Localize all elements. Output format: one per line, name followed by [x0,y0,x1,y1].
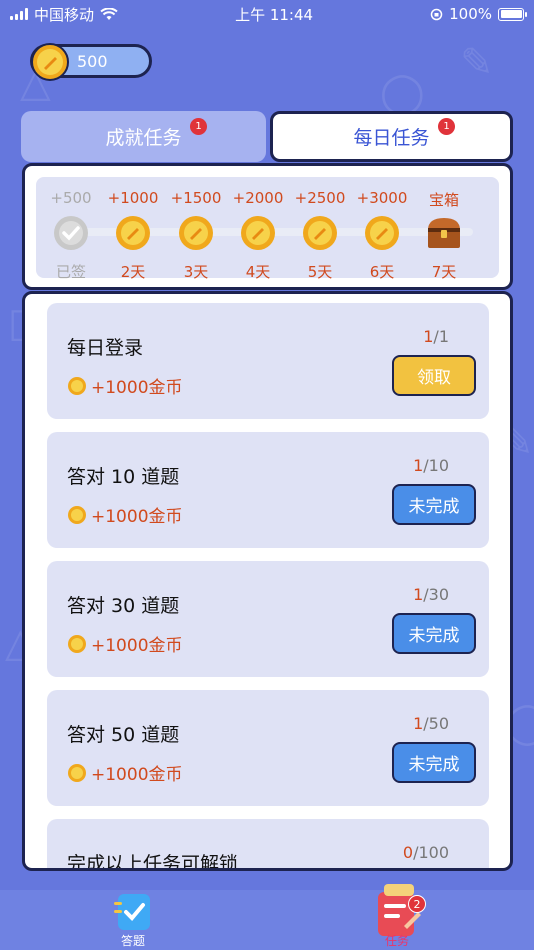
task-title: 答对 10 道题 [67,466,180,488]
signin-reward: +2000 [232,189,284,207]
coin-balance-value: 500 [77,51,108,71]
tab-badge: 1 [190,118,207,135]
coin-icon [68,763,86,782]
task-title: 完成以上任务可解锁 [67,853,239,871]
task-progress: 1/30 [413,585,449,604]
signin-day-label: 3天 [183,263,209,281]
coin-icon [68,634,86,653]
incomplete-button[interactable]: 未完成 [392,484,476,525]
signin-day-label: 6天 [369,263,395,281]
task-reward-text: +1000金币 [91,636,183,656]
signin-reward: +500 [50,189,92,207]
tab-achievement-tasks[interactable]: 成就任务 1 [21,111,266,162]
task-card: 答对 10 道题 1/10 +1000金币 未完成 [47,432,489,548]
signin-reward: +3000 [356,189,408,207]
wifi-icon [100,7,118,20]
carrier-name: 中国移动 [34,5,95,24]
coin-icon [179,216,213,250]
signin-reward: +1000 [107,189,159,207]
task-progress: 0/100 [403,843,449,862]
task-reward-text: +1000金币 [91,378,183,398]
nav-quiz-label: 答题 [120,934,145,948]
task-progress: 1/10 [413,456,449,475]
signin-reward: +2500 [294,189,346,207]
status-bar: 中国移动 上午 11:44 100% [0,0,534,28]
signin-day-label: 已签 [55,263,86,281]
nav-tasks[interactable]: 任务 [352,884,442,950]
coin-icon [365,216,399,250]
tab-daily-tasks[interactable]: 每日任务 1 [270,111,513,162]
status-time: 上午 11:44 [235,5,314,24]
coin-icon [241,216,275,250]
nav-tasks-label: 任务 [384,934,409,948]
task-progress-total: /10 [423,456,449,475]
battery-icon [498,7,527,21]
task-reward-text: +1000金币 [91,765,183,785]
task-reward: +1000金币 [67,373,183,398]
tab-label: 成就任务 [105,127,182,149]
task-progress-current: 1 [423,327,434,346]
task-progress-current: 0 [402,843,414,862]
task-progress-current: 1 [413,585,424,604]
coin-icon [31,43,69,81]
task-progress-total: /50 [423,714,449,733]
task-progress-total: /100 [413,843,449,862]
bottom-nav: 答题 任务 [0,884,534,950]
signin-panel: +500 已签 +1000 2天 +1500 3天 +2000 4天 +2500 5天 +3000 6… [22,163,513,290]
claim-button[interactable]: 领取 [392,355,476,396]
task-card: 答对 30 道题 1/30 +1000金币 未完成 [47,561,489,677]
task-reward: +1000金币 [67,631,183,656]
incomplete-button[interactable]: 未完成 [392,742,476,783]
tab-label: 每日任务 [353,127,430,149]
task-progress: 1/50 [413,714,449,733]
task-list[interactable]: 每日登录 1/1 +1000金币 领取 答对 10 道题 1/10 +1000金币 未完成 答对… [22,291,513,871]
task-progress-total: /1 [433,327,449,346]
task-reward-text: +1000金币 [91,507,183,527]
coin-icon [116,216,150,250]
orientation-lock-icon [430,8,443,20]
task-progress-current: 1 [413,456,424,475]
tab-badge: 1 [438,118,455,135]
signin-reward: 宝箱 [428,191,459,209]
task-reward: +1000金币 [67,760,183,785]
signin-day-label: 7天 [431,263,457,281]
nav-tasks-badge: 2 [408,895,426,913]
signal-icon [10,8,28,20]
task-reward: +1000金币 [67,502,183,527]
task-progress-total: /30 [423,585,449,604]
check-icon [54,216,88,250]
signin-day-label: 4天 [245,263,271,281]
signin-reward: +1500 [170,189,222,207]
battery-percent: 100% [449,5,492,23]
task-card: 答对 50 道题 1/50 +1000金币 未完成 [47,690,489,806]
task-title: 答对 50 道题 [67,724,180,746]
coin-icon [68,505,86,524]
task-progress: 1/1 [423,327,449,346]
task-card: 每日登录 1/1 +1000金币 领取 [47,303,489,419]
signin-day-label: 2天 [120,263,146,281]
task-card: 完成以上任务可解锁 0/100 [47,819,489,871]
nav-quiz[interactable]: 答题 [88,890,178,950]
quiz-icon [114,894,150,930]
coin-icon [68,376,86,395]
coin-balance: 500 [30,43,152,81]
incomplete-button[interactable]: 未完成 [392,613,476,654]
signin-day-label: 5天 [307,263,333,281]
task-title: 每日登录 [67,337,144,359]
task-title: 答对 30 道题 [67,595,180,617]
treasure-chest-icon [428,218,460,248]
coin-icon [303,216,337,250]
task-progress-current: 1 [413,714,424,733]
